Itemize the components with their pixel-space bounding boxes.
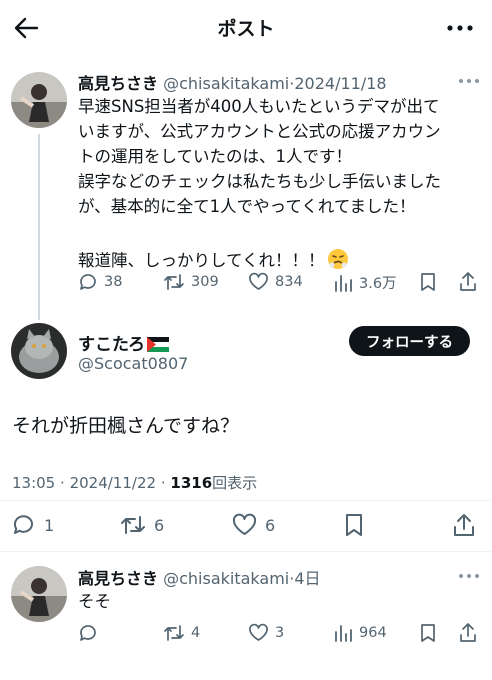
heart-icon <box>249 272 268 290</box>
reply-icon <box>80 625 96 641</box>
post-time[interactable]: 13:05 <box>12 474 55 492</box>
post-date[interactable]: 2024/11/22 <box>70 474 156 492</box>
repost-button[interactable]: 6 <box>120 513 164 537</box>
reply-icon <box>13 515 33 534</box>
more-horizontal-icon[interactable] <box>446 16 474 40</box>
bookmark-icon[interactable] <box>418 623 438 643</box>
tweet-line-last: 報道陣、しっかりしてくれ！！！😤 <box>78 248 441 273</box>
more-options-icon[interactable] <box>457 76 481 86</box>
author-handle[interactable]: @chisakitakami <box>163 74 289 93</box>
bookmark-icon[interactable] <box>342 513 366 537</box>
view-count: 1316 <box>170 474 213 492</box>
emoji: 😤 <box>325 249 349 270</box>
avatar[interactable] <box>11 323 67 379</box>
avatar-photo <box>11 72 67 128</box>
author-name[interactable]: 高見ちさき <box>78 74 158 93</box>
tweet-text: 早速SNS担当者が400人もいたというデマが出て いますが、公式アカウントと公式… <box>78 94 441 273</box>
palestine-flag-icon <box>146 337 169 352</box>
reply-button[interactable]: 1 <box>12 513 54 537</box>
repost-count: 4 <box>191 625 201 641</box>
thread-line <box>38 134 40 320</box>
views-button[interactable]: 964 <box>333 623 387 643</box>
repost-count: 6 <box>154 515 165 535</box>
repost-icon <box>164 274 184 290</box>
share-icon[interactable] <box>458 272 478 292</box>
tweet-line: 報道陣、しっかりしてくれ！！！ <box>78 251 325 270</box>
view-label: 回表示 <box>212 474 258 492</box>
like-button[interactable]: 834 <box>248 272 303 292</box>
avatar-photo <box>11 323 67 379</box>
top-bar: ポスト <box>0 0 492 56</box>
divider <box>0 551 492 552</box>
steam-face-icon <box>327 249 348 269</box>
tweet-header: 高見ちさき @chisakitakami·4日 <box>78 569 321 588</box>
views-icon <box>335 274 352 292</box>
repost-button[interactable]: 309 <box>163 272 219 292</box>
avatar-photo <box>11 566 67 622</box>
tweet-line: が、基本的に全て1人でやってくれてました！ <box>78 197 416 216</box>
repost-count: 309 <box>191 274 219 290</box>
tweet-line: 誤字などのチェックは私たちも少し手伝いました <box>78 172 441 191</box>
reply-count: 38 <box>104 274 123 290</box>
like-button[interactable]: 3 <box>248 623 284 643</box>
repost-button[interactable]: 4 <box>163 623 200 643</box>
tweet-line: そそ <box>78 592 111 611</box>
post-text: それが折田楓さんですね？ <box>12 415 240 437</box>
like-count: 6 <box>265 515 276 535</box>
author-name[interactable]: 高見ちさき <box>78 569 158 588</box>
like-button[interactable]: 6 <box>232 513 275 537</box>
bookmark-icon[interactable] <box>418 272 438 292</box>
like-count: 3 <box>275 625 285 641</box>
post-date[interactable]: 4日 <box>294 569 320 588</box>
repost-icon <box>121 516 145 534</box>
author-handle[interactable]: @Scocat0807 <box>78 354 188 373</box>
repost-icon <box>164 625 184 641</box>
tweet-line: いますが、公式アカウントと公式の応援アカウン <box>78 122 441 141</box>
post-date[interactable]: 2024/11/18 <box>294 74 386 93</box>
author-name[interactable]: すこたろ <box>78 335 145 355</box>
view-count: 3.6万 <box>359 276 397 292</box>
tweet-text: そそ <box>78 589 111 614</box>
avatar[interactable] <box>11 72 67 128</box>
heart-icon <box>249 623 268 641</box>
author-name-row[interactable]: すこたろ <box>78 330 169 355</box>
avatar[interactable] <box>11 566 67 622</box>
page-title: ポスト <box>217 18 275 40</box>
reply-icon <box>80 274 96 290</box>
views-button[interactable]: 3.6万 <box>333 272 397 293</box>
share-icon[interactable] <box>452 513 476 537</box>
like-count: 834 <box>275 274 303 290</box>
more-options-icon[interactable] <box>457 571 481 581</box>
reply-button[interactable]: 38 <box>78 272 122 292</box>
view-count: 964 <box>359 625 387 641</box>
divider <box>0 500 492 501</box>
tweet-line: トの運用をしていたのは、1人です！ <box>78 147 353 166</box>
follow-button[interactable]: フォローする <box>349 326 470 356</box>
author-handle[interactable]: @chisakitakami <box>163 569 289 588</box>
reply-button[interactable] <box>78 623 98 643</box>
views-icon <box>335 625 352 642</box>
tweet-line: 早速SNS担当者が400人もいたというデマが出て <box>78 97 440 116</box>
tweet-header: 高見ちさき @chisakitakami·2024/11/18 <box>78 74 387 93</box>
reply-count: 1 <box>44 515 55 535</box>
post-meta: 13:05 · 2024/11/22 · 1316回表示 <box>12 474 258 492</box>
share-icon[interactable] <box>458 623 478 643</box>
heart-icon <box>232 513 257 535</box>
